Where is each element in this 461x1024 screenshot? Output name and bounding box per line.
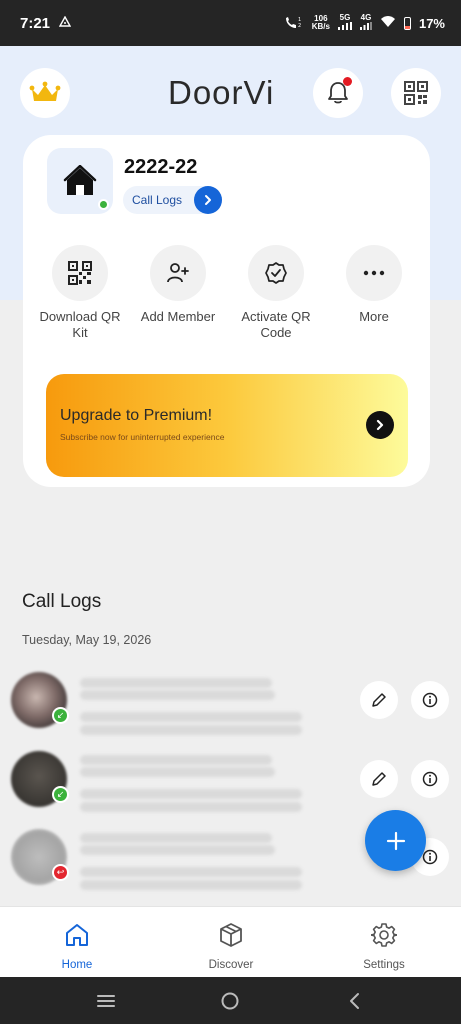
notifications-button[interactable] [313, 68, 363, 118]
network-5g-label: 5G [339, 13, 351, 22]
premium-crown-button[interactable] [20, 68, 70, 118]
chevron-left-icon [350, 993, 359, 1009]
blurred-caller-detail [80, 845, 275, 855]
chevron-right-icon [194, 186, 222, 214]
blurred-caller-name [80, 678, 272, 688]
call-logs-date: Tuesday, May 19, 2026 [22, 633, 152, 647]
house-icon [63, 165, 97, 195]
signal-bars-icon [337, 22, 352, 30]
edit-button[interactable] [360, 681, 398, 719]
gear-icon [334, 920, 434, 950]
plus-icon [386, 831, 405, 850]
action-circle [248, 245, 304, 301]
action-label: More [359, 309, 389, 324]
call-log-row[interactable]: ↙ [0, 672, 461, 742]
add-person-icon [167, 263, 189, 283]
notification-dot [343, 77, 352, 86]
home-icon [27, 920, 127, 950]
speed-unit: KB/s [311, 22, 330, 31]
pencil-icon [372, 693, 386, 707]
status-bar: 7:21 12 106 KB/s 5G 4G 17% [0, 0, 461, 46]
missed-call-icon: ↩ [52, 864, 69, 881]
nav-discover[interactable]: Discover [181, 920, 281, 971]
edit-button[interactable] [360, 760, 398, 798]
action-label: Activate QR Code [241, 309, 311, 340]
action-activate-qr-code[interactable]: Activate QR Code [231, 245, 321, 341]
home-avatar[interactable] [47, 148, 113, 214]
info-button[interactable] [411, 760, 449, 798]
action-download-qr-kit[interactable]: Download QR Kit [35, 245, 125, 341]
blurred-caller-detail [80, 690, 275, 700]
call-logs-title: Call Logs [22, 591, 102, 612]
wifi-icon [380, 15, 396, 31]
action-circle [52, 245, 108, 301]
blurred-call-time [80, 712, 302, 722]
circle-home-icon [221, 992, 239, 1010]
home-card: 2222-22 Call Logs Download QR Kit Add Me… [23, 135, 430, 487]
action-circle [346, 245, 402, 301]
app-logo: DoorVi [168, 74, 275, 111]
bottom-nav: Home Discover Settings [0, 906, 461, 977]
incoming-call-icon: ↙ [52, 786, 69, 803]
battery-level: 17% [418, 15, 445, 31]
nav-label: Discover [208, 959, 254, 971]
signal-bars-icon-2 [359, 22, 372, 30]
svg-text:2: 2 [298, 23, 301, 29]
wifi-call-icon: 12 [284, 15, 304, 32]
info-icon [422, 771, 438, 787]
action-circle [150, 245, 206, 301]
nav-home[interactable]: Home [27, 920, 127, 971]
blurred-caller-name [80, 755, 272, 765]
home-system-button[interactable] [218, 989, 242, 1013]
status-time: 7:21 [20, 14, 51, 32]
network-4g-label: 4G [360, 13, 372, 22]
upgrade-premium-banner[interactable]: Upgrade to Premium! Subscribe now for un… [46, 374, 408, 477]
badge-check-icon [265, 262, 287, 284]
system-nav-bar [0, 977, 461, 1024]
info-icon [422, 692, 438, 708]
nav-label: Settings [363, 959, 405, 971]
qr-code-icon [404, 81, 428, 105]
blurred-call-info [80, 880, 302, 890]
more-dots-icon [363, 270, 385, 276]
blurred-caller-name [80, 833, 272, 843]
info-icon [422, 849, 438, 865]
blurred-caller-detail [80, 767, 275, 777]
action-label: Download QR Kit [39, 309, 121, 340]
info-button[interactable] [411, 681, 449, 719]
network-speed: 106 KB/s [312, 15, 330, 31]
call-logs-chip[interactable]: Call Logs [123, 186, 222, 214]
blurred-call-info [80, 725, 302, 735]
home-name: 2222-22 [124, 156, 198, 178]
blurred-call-info [80, 802, 302, 812]
blurred-call-time [80, 867, 302, 877]
qr-code-icon [68, 261, 92, 285]
add-fab-button[interactable] [365, 810, 426, 871]
pencil-icon [372, 772, 386, 786]
action-more[interactable]: More [329, 245, 419, 325]
qr-scan-button[interactable] [391, 68, 441, 118]
call-logs-chip-label: Call Logs [132, 193, 183, 207]
premium-title: Upgrade to Premium! [60, 407, 213, 424]
action-add-member[interactable]: Add Member [133, 245, 223, 325]
action-label: Add Member [140, 309, 216, 324]
cube-icon [181, 920, 281, 950]
nav-settings[interactable]: Settings [334, 920, 434, 971]
chevron-right-icon[interactable] [366, 411, 394, 439]
nav-label: Home [61, 959, 93, 971]
battery-icon [403, 16, 411, 30]
signal-4g: 4G [359, 13, 372, 32]
blurred-call-time [80, 789, 302, 799]
back-button[interactable] [343, 989, 367, 1013]
crown-icon [29, 81, 61, 101]
incoming-call-icon: ↙ [52, 707, 69, 724]
recent-apps-button[interactable] [94, 989, 118, 1013]
online-status-dot [98, 199, 109, 210]
status-icons: 12 106 KB/s 5G 4G 17% [284, 14, 445, 32]
premium-subtitle: Subscribe now for uninterrupted experien… [60, 432, 225, 442]
menu-lines-icon [97, 995, 115, 1007]
signal-5g: 5G [337, 13, 352, 32]
warning-triangle-icon [58, 15, 72, 30]
